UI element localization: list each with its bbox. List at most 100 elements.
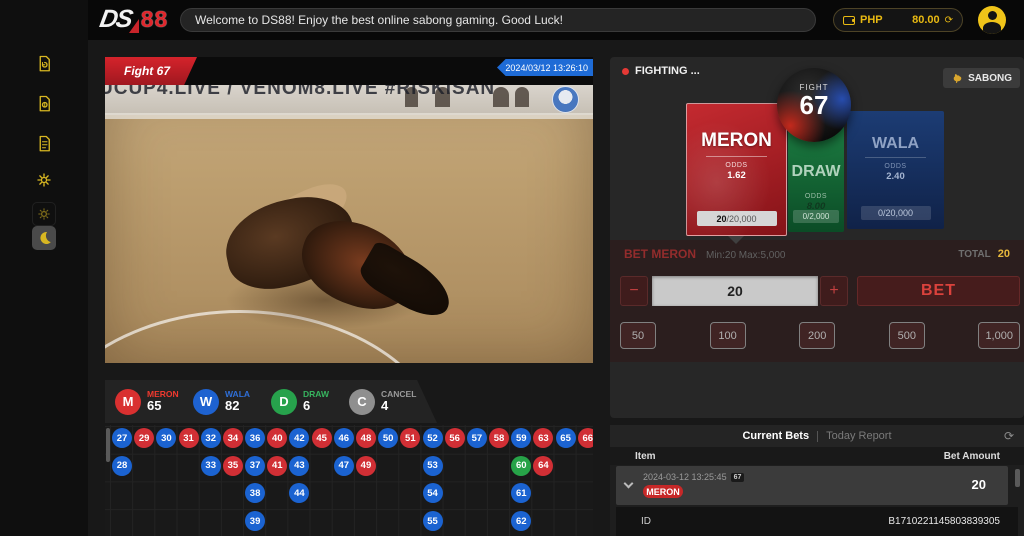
video-frame: UCUP4.LIVE / VENOM8.LIVE #RISKISAN ⟳ bbox=[105, 85, 593, 363]
wallet-amount: 80.00 bbox=[912, 14, 940, 26]
trend-ball-51: 51 bbox=[400, 428, 420, 448]
trend-ball-63: 63 bbox=[533, 428, 553, 448]
column-bet-amount: Bet Amount bbox=[944, 451, 1000, 462]
bet-side-title: BET MERON bbox=[624, 247, 696, 261]
bet-row-time: 2024-03-12 13:25:45 67 bbox=[643, 472, 744, 482]
ds88-logo[interactable]: DS 88 bbox=[100, 5, 168, 34]
bet-side-badge: MERON bbox=[643, 485, 683, 498]
trend-ball-48: 48 bbox=[356, 428, 376, 448]
wallet-balance[interactable]: PHP 80.00 ⟳ bbox=[833, 8, 963, 32]
wala-bet-card[interactable]: WALA ODDS 2.40 0/20,000 bbox=[847, 111, 944, 229]
app: DS 88 Welcome to DS88! Enjoy the best on… bbox=[0, 0, 1024, 536]
meron-bet-card[interactable]: MERON ODDS 1.62 20/20,000 bbox=[686, 103, 787, 236]
live-video-player[interactable]: UCUP4.LIVE / VENOM8.LIVE #RISKISAN ⟳ Fig… bbox=[105, 57, 593, 363]
meron-pool-max: /20,000 bbox=[726, 214, 756, 224]
total-label: TOTAL bbox=[958, 249, 990, 260]
trend-ball-33: 33 bbox=[201, 456, 221, 476]
stats-bar: MMERON65WWALA82DDRAW6CCANCEL4 bbox=[105, 380, 437, 423]
wala-pool: 0/20,000 bbox=[861, 206, 931, 220]
rules-icon[interactable] bbox=[32, 132, 56, 156]
bet-limits: Min:20 Max:5,000 bbox=[706, 250, 786, 261]
trend-ball-60: 60 bbox=[511, 456, 531, 476]
wallet-refresh-icon[interactable]: ⟳ bbox=[945, 15, 953, 26]
top-bar: DS 88 Welcome to DS88! Enjoy the best on… bbox=[88, 0, 1024, 40]
trend-ball-62: 62 bbox=[511, 511, 531, 531]
trend-ball-43: 43 bbox=[289, 456, 309, 476]
meron-card-title: MERON bbox=[687, 130, 786, 152]
fight-status-text: FIGHTING ... bbox=[635, 65, 700, 77]
trend-ball-52: 52 bbox=[423, 428, 443, 448]
bets-refresh-icon[interactable]: ⟳ bbox=[1004, 429, 1014, 443]
bet-row[interactable]: 2024-03-12 13:25:45 67 MERON 20 bbox=[616, 466, 1008, 505]
decrease-bet-button[interactable]: − bbox=[620, 276, 648, 306]
bet-time-text: 2024-03-12 13:25:45 bbox=[643, 472, 727, 482]
welcome-banner: Welcome to DS88! Enjoy the best online s… bbox=[180, 8, 816, 32]
spectator bbox=[493, 87, 509, 107]
chip-100[interactable]: 100 bbox=[710, 322, 746, 349]
stat-cancel: CCANCEL4 bbox=[349, 389, 411, 415]
meron-divider bbox=[706, 156, 767, 157]
trend-ball-34: 34 bbox=[223, 428, 243, 448]
stream-timestamp-badge: 2024/03/12 13:26:10 bbox=[497, 59, 593, 76]
tab-today-report[interactable]: Today Report bbox=[826, 430, 891, 442]
trend-ball-65: 65 bbox=[556, 428, 576, 448]
meron-odds-label: ODDS bbox=[687, 162, 786, 169]
chip-50[interactable]: 50 bbox=[620, 322, 656, 349]
current-bets-panel: Current Bets Today Report ⟳ Item Bet Amo… bbox=[610, 425, 1024, 536]
trend-ball-31: 31 bbox=[179, 428, 199, 448]
stat-wala: WWALA82 bbox=[193, 389, 255, 415]
trend-ball-39: 39 bbox=[245, 511, 265, 531]
trend-ball-47: 47 bbox=[334, 456, 354, 476]
settings-icon[interactable] bbox=[32, 168, 56, 192]
dark-mode-icon[interactable] bbox=[32, 226, 56, 250]
increase-bet-button[interactable]: + bbox=[820, 276, 848, 306]
video-header: Fight 67 2024/03/12 13:26:10 bbox=[105, 57, 593, 85]
trend-ball-35: 35 bbox=[223, 456, 243, 476]
spectator bbox=[515, 87, 529, 107]
bet-detail-row: ID B1710221145803839305 bbox=[616, 507, 1018, 536]
trend-ball-27: 27 bbox=[112, 428, 132, 448]
chip-200[interactable]: 200 bbox=[799, 322, 835, 349]
trend-grid[interactable]: 2728293031323334353637383940414243444546… bbox=[105, 425, 593, 536]
trend-ball-30: 30 bbox=[156, 428, 176, 448]
place-bet-button[interactable]: BET bbox=[857, 276, 1020, 306]
stat-draw: DDRAW6 bbox=[271, 389, 333, 415]
transactions-icon[interactable] bbox=[32, 92, 56, 116]
trend-ball-54: 54 bbox=[423, 483, 443, 503]
trend-scrollbar[interactable] bbox=[106, 428, 110, 462]
trend-ball-28: 28 bbox=[112, 456, 132, 476]
bet-fight-number-badge: 67 bbox=[731, 473, 745, 482]
meron-pool-current: 20 bbox=[716, 214, 726, 224]
trend-ball-57: 57 bbox=[467, 428, 487, 448]
bet-history-icon[interactable] bbox=[32, 52, 56, 76]
trend-ball-42: 42 bbox=[289, 428, 309, 448]
logo-88-mark: 88 bbox=[141, 6, 169, 33]
meron-icon: M bbox=[115, 389, 141, 415]
live-dot-icon bbox=[622, 68, 629, 75]
trend-ball-46: 46 bbox=[334, 428, 354, 448]
rooster-icon bbox=[951, 72, 964, 85]
chip-row: 50 100 200 500 1,000 bbox=[620, 322, 1020, 349]
tab-current-bets[interactable]: Current Bets bbox=[742, 430, 809, 442]
user-avatar[interactable] bbox=[978, 6, 1006, 34]
betting-panel: FIGHTING ... SABONG DRAW ODDS 8.00 0/2,0… bbox=[610, 57, 1024, 418]
stream-logo bbox=[552, 86, 579, 113]
trend-ball-49: 49 bbox=[356, 456, 376, 476]
light-mode-icon[interactable] bbox=[32, 202, 56, 226]
chevron-down-icon[interactable] bbox=[624, 479, 634, 489]
trend-ball-36: 36 bbox=[245, 428, 265, 448]
logo-ds-mark: DS bbox=[97, 5, 133, 34]
trend-ball-40: 40 bbox=[267, 428, 287, 448]
meron-pool: 20/20,000 bbox=[697, 211, 777, 226]
bet-id-label: ID bbox=[641, 516, 651, 527]
arena-rail bbox=[105, 113, 593, 119]
selected-card-pointer bbox=[728, 236, 744, 244]
draw-odds-label: ODDS bbox=[788, 193, 844, 200]
column-item: Item bbox=[635, 451, 656, 462]
chip-500[interactable]: 500 bbox=[889, 322, 925, 349]
bets-scrollbar[interactable] bbox=[1015, 469, 1020, 487]
chip-1000[interactable]: 1,000 bbox=[978, 322, 1020, 349]
bet-amount-input[interactable]: 20 bbox=[652, 276, 818, 306]
provider-badge[interactable]: SABONG bbox=[943, 68, 1020, 88]
fight-status: FIGHTING ... bbox=[622, 65, 700, 77]
